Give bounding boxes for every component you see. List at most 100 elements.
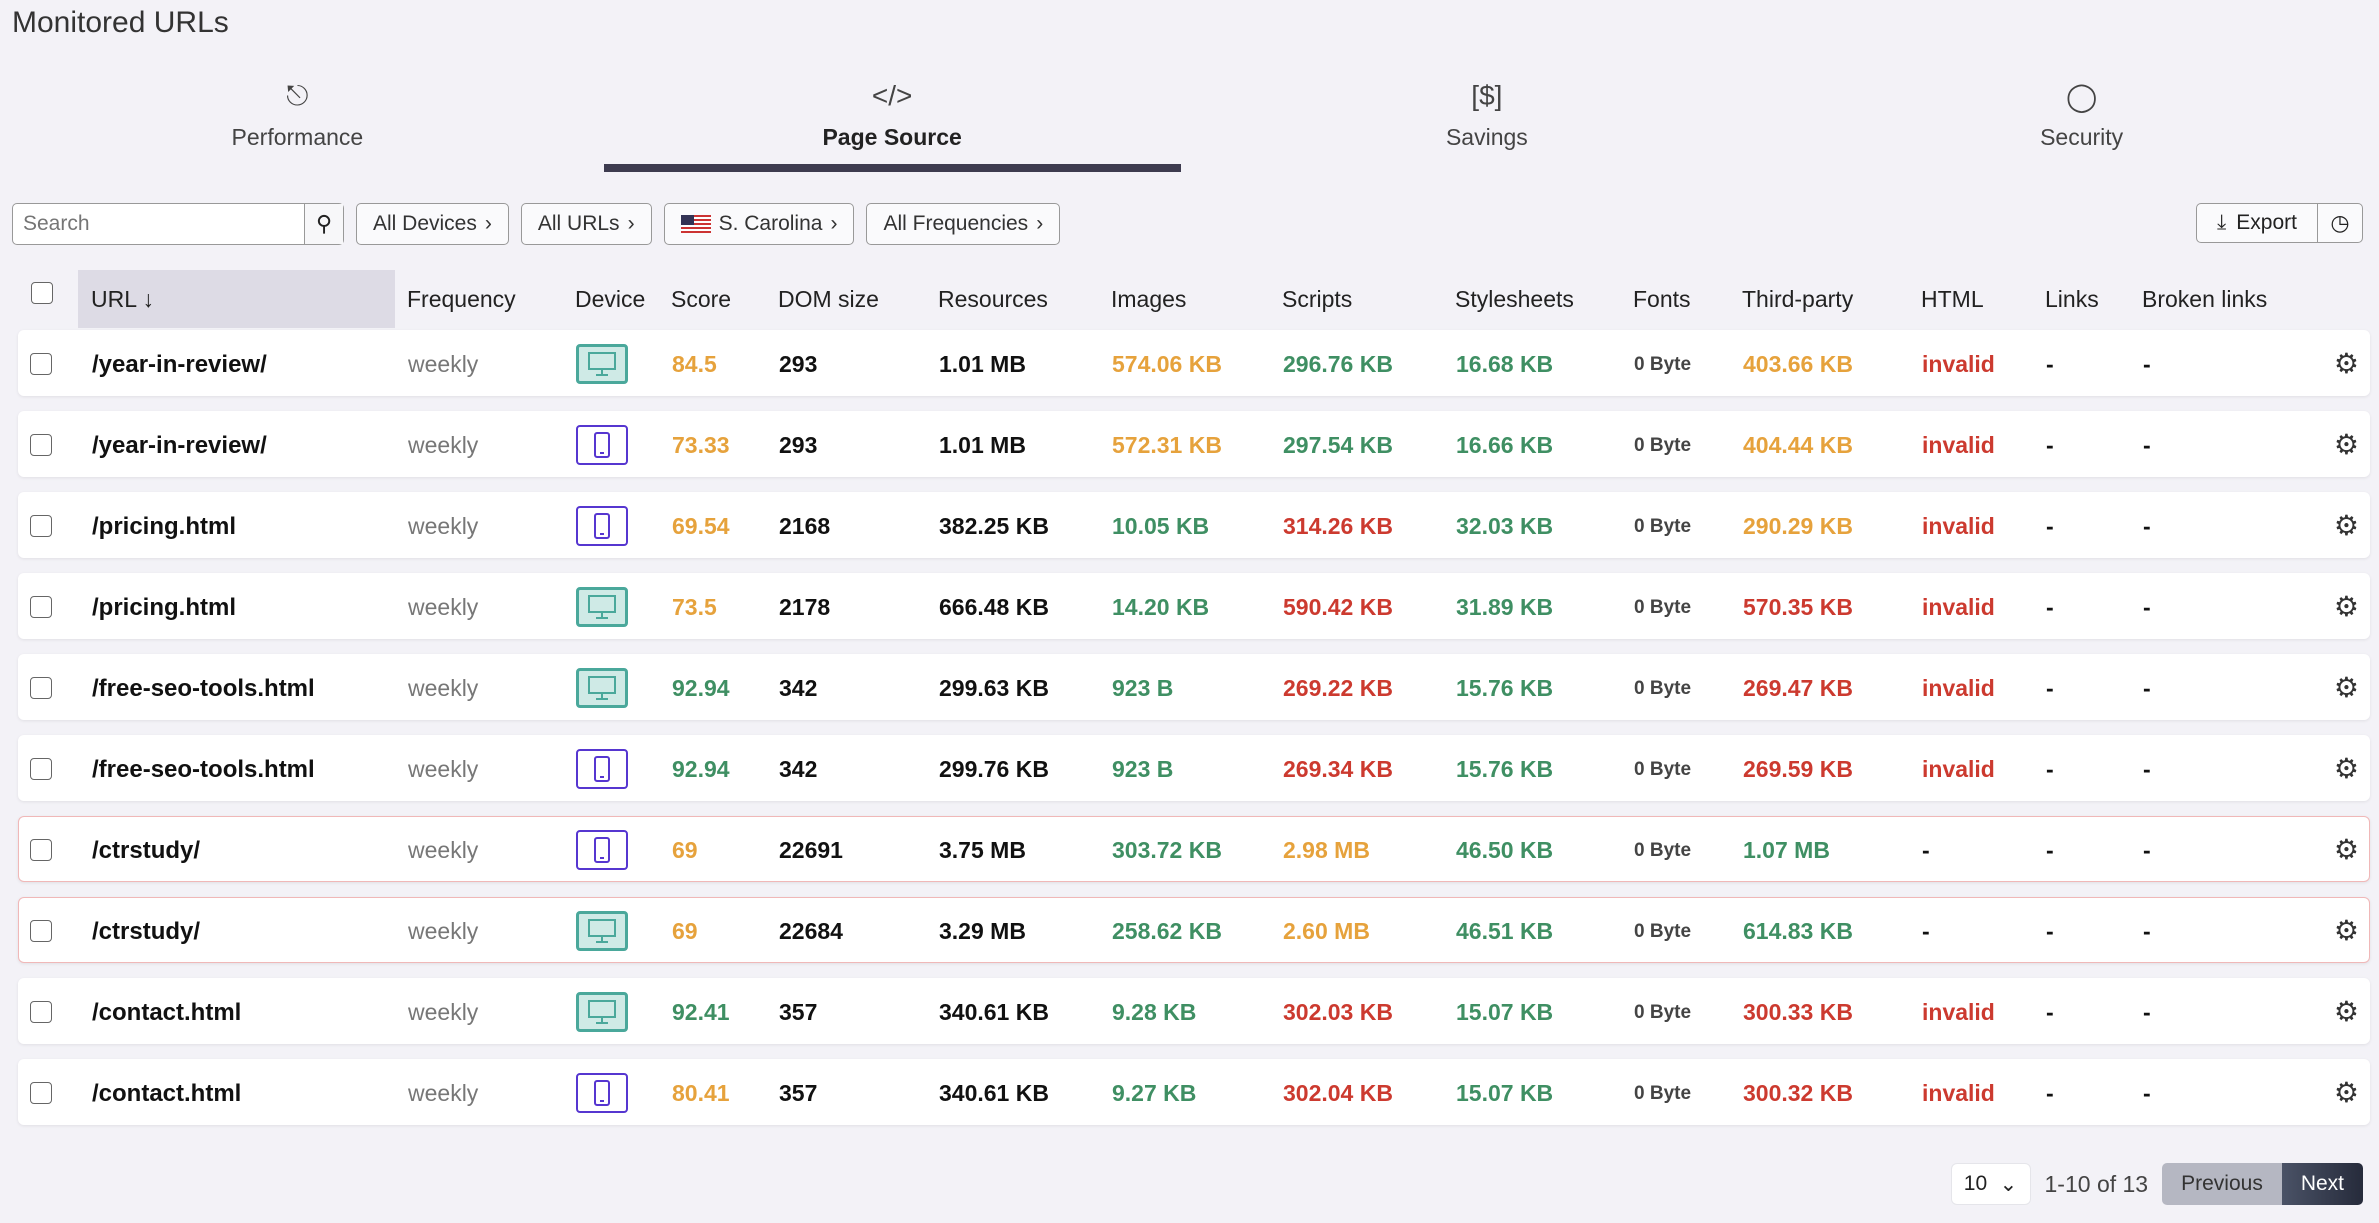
resources: 340.61 KB [939,999,1049,1025]
images: 9.28 KB [1112,999,1197,1025]
gear-icon[interactable]: ⚙ [2334,752,2359,785]
scripts: 590.42 KB [1283,594,1393,620]
url-link[interactable]: /ctrstudy/ [92,837,200,865]
url-link[interactable]: /free-seo-tools.html [92,675,315,703]
resources: 382.25 KB [939,513,1049,539]
column-header[interactable]: Fonts [1633,286,1691,313]
url-link[interactable]: /year-in-review/ [92,351,267,379]
column-header[interactable]: HTML [1921,286,1984,313]
row-checkbox[interactable] [30,920,52,942]
row-checkbox[interactable] [30,596,52,618]
column-header[interactable]: URL ↓ [91,286,154,313]
table-row[interactable]: /free-seo-tools.html weekly 92.94 342 299.63… [18,654,2370,720]
row-checkbox[interactable] [30,839,52,861]
tab-security[interactable]: ◯ Security [1784,70,2379,172]
scripts: 2.98 MB [1283,837,1370,863]
devices-filter[interactable]: All Devices › [356,203,509,245]
fonts: 0 Byte [1634,759,1692,780]
chevron-right-icon: › [627,212,635,235]
tab-performance[interactable]: ⎋ Performance [0,70,595,172]
us-flag-icon [680,215,711,233]
score: 80.41 [672,1080,730,1106]
fonts: 0 Byte [1634,840,1692,861]
gear-icon[interactable]: ⚙ [2334,590,2359,623]
gear-icon[interactable]: ⚙ [2334,1076,2359,1109]
table-row[interactable]: /pricing.html weekly 73.5 2178 666.48 KB 14.2… [18,573,2370,639]
gear-icon[interactable]: ⚙ [2334,347,2359,380]
broken-links: - [2143,1080,2151,1106]
table-row[interactable]: /ctrstudy/weekly 69 22691 3.75 MB 303.72 KB 2… [18,816,2370,882]
url-link[interactable]: /ctrstudy/ [92,918,200,946]
url-link[interactable]: /free-seo-tools.html [92,756,315,784]
table-row[interactable]: /contact.html weekly 92.41 357 340.61 KB 9.28… [18,978,2370,1044]
search-button[interactable]: ⚲ [304,204,343,244]
column-header[interactable]: Score [671,286,731,313]
row-checkbox[interactable] [30,1082,52,1104]
column-header[interactable]: Device [575,286,645,313]
column-header[interactable]: DOM size [778,286,879,313]
row-checkbox[interactable] [30,1001,52,1023]
resources: 299.76 KB [939,756,1049,782]
dom-size: 2168 [779,513,831,539]
dom-size: 293 [779,351,818,377]
export-button[interactable]: ⤓ Export [2197,204,2318,242]
broken-links: - [2143,513,2151,539]
mobile-icon [576,749,628,789]
gear-icon[interactable]: ⚙ [2334,914,2359,947]
resources: 666.48 KB [939,594,1049,620]
table-row[interactable]: /year-in-review/weekly 84.5 293 1.01 MB 574.… [18,330,2370,396]
gear-icon[interactable]: ⚙ [2334,428,2359,461]
row-checkbox[interactable] [30,515,52,537]
page-size-select[interactable]: 10 ⌄ [1950,1163,2031,1205]
chevron-right-icon: › [830,212,838,235]
row-checkbox[interactable] [30,758,52,780]
gear-icon[interactable]: ⚙ [2334,995,2359,1028]
gear-icon[interactable]: ⚙ [2334,833,2359,866]
row-checkbox[interactable] [30,677,52,699]
url-link[interactable]: /pricing.html [92,513,236,541]
row-checkbox[interactable] [30,434,52,456]
broken-links: - [2143,999,2151,1025]
mobile-icon [576,506,628,546]
scripts: 296.76 KB [1283,351,1393,377]
row-checkbox[interactable] [30,353,52,375]
url-link[interactable]: /year-in-review/ [92,432,267,460]
url-link[interactable]: /pricing.html [92,594,236,622]
next-button[interactable]: Next [2281,1163,2363,1205]
select-all-checkbox[interactable] [31,282,53,304]
column-header[interactable]: Third-party [1742,286,1853,313]
column-header[interactable]: Scripts [1282,286,1352,313]
links: - [2046,837,2054,863]
table-row[interactable]: /ctrstudy/weekly 69 22684 3.29 MB 258.62 KB 2… [18,897,2370,963]
stylesheets: 46.51 KB [1456,918,1554,944]
column-header[interactable]: Stylesheets [1455,286,1574,313]
broken-links: - [2143,918,2151,944]
search-input[interactable] [13,204,304,244]
mobile-icon [576,1073,628,1113]
table-row[interactable]: /contact.html weekly 80.41 357 340.61 KB 9.27… [18,1059,2370,1125]
previous-button[interactable]: Previous [2162,1163,2282,1205]
dom-size: 22684 [779,918,843,944]
column-header[interactable]: Links [2045,286,2099,313]
urls-filter[interactable]: All URLs › [520,203,652,245]
url-link[interactable]: /contact.html [92,999,241,1027]
gear-icon[interactable]: ⚙ [2334,509,2359,542]
column-header[interactable]: Resources [938,286,1048,313]
history-button[interactable]: ◷ [2318,204,2362,242]
frequencies-filter[interactable]: All Frequencies › [866,203,1061,245]
url-link[interactable]: /contact.html [92,1080,241,1108]
html-status: invalid [1922,351,1995,377]
table-row[interactable]: /year-in-review/weekly 73.33 293 1.01 MB 572… [18,411,2370,477]
tab-page-source[interactable]: </> Page Source [595,70,1190,172]
table-row[interactable]: /free-seo-tools.html weekly 92.94 342 299.76… [18,735,2370,801]
column-header[interactable]: Broken links [2142,286,2267,313]
broken-links: - [2143,756,2151,782]
tab-savings[interactable]: [$] Savings [1190,70,1785,172]
column-header[interactable]: Images [1111,286,1186,313]
gear-icon[interactable]: ⚙ [2334,671,2359,704]
column-header[interactable]: Frequency [407,286,516,313]
score: 92.94 [672,675,730,701]
html-status: invalid [1922,513,1995,539]
region-filter[interactable]: S. Carolina › [663,203,855,245]
table-row[interactable]: /pricing.html weekly 69.54 2168 382.25 KB 10.… [18,492,2370,558]
